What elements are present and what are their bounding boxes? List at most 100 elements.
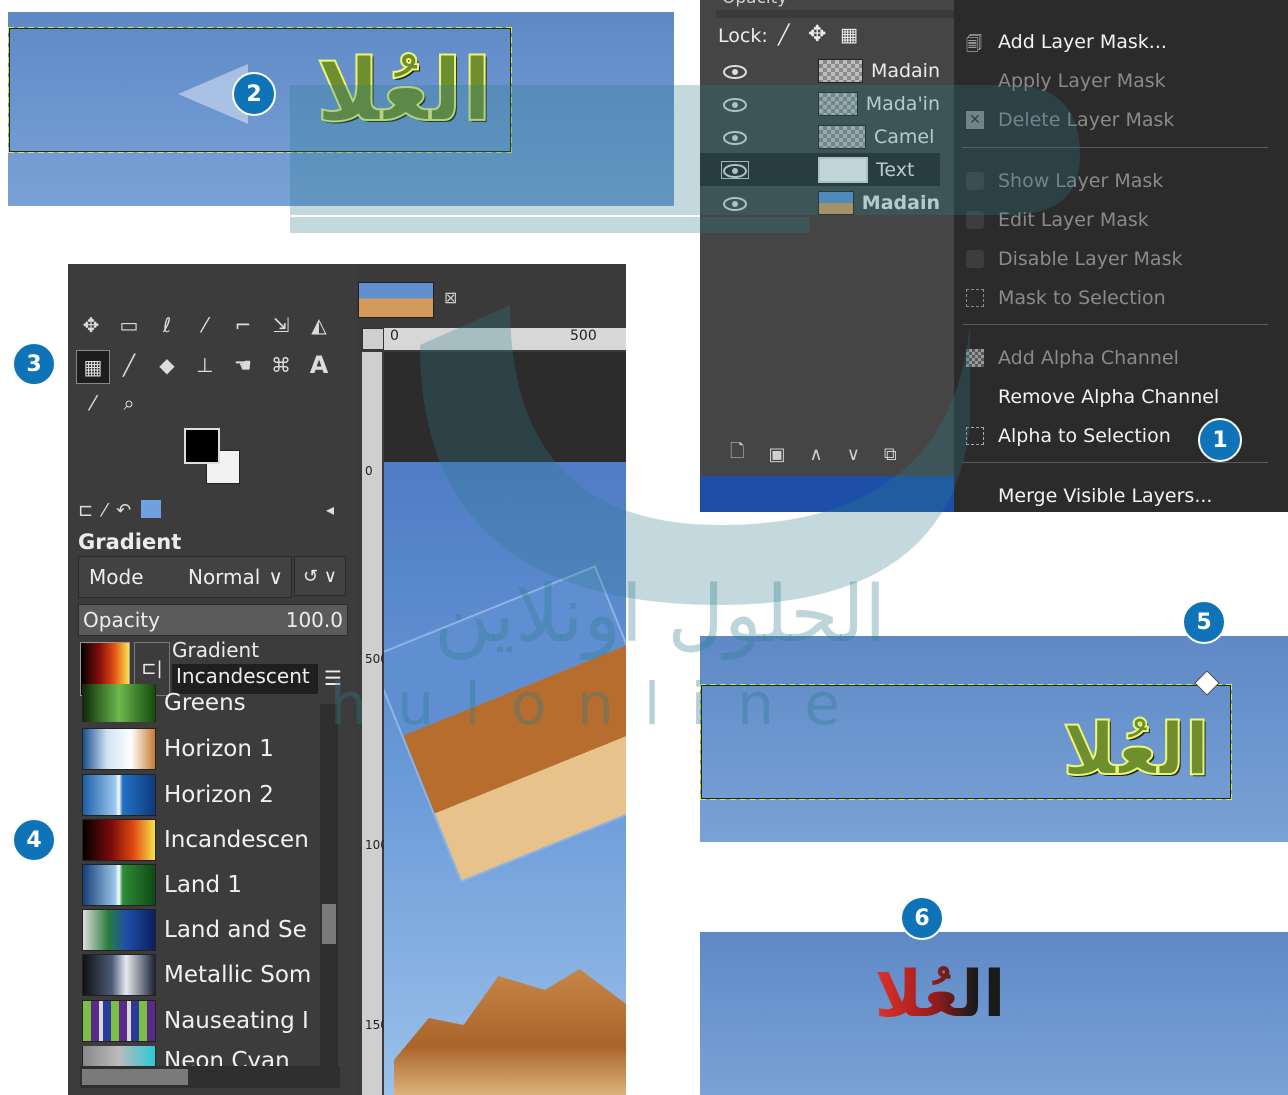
checkbox-icon xyxy=(966,211,984,229)
dock-menu-icon[interactable]: ◂ xyxy=(326,500,334,519)
checker-icon xyxy=(966,349,984,367)
smudge-icon[interactable]: ☚ xyxy=(230,352,256,378)
layer-row-selected[interactable]: Text xyxy=(700,153,940,186)
menu-separator xyxy=(962,324,1268,325)
foreground-color-swatch[interactable] xyxy=(184,428,220,464)
layer-name: Mada'in xyxy=(865,92,940,115)
list-item[interactable]: Incandescen xyxy=(82,819,322,861)
transform-icon[interactable]: ⇲ xyxy=(268,312,294,338)
gradient-swatch xyxy=(82,909,156,951)
visibility-eye-icon[interactable] xyxy=(722,129,748,145)
warp-icon[interactable]: ◭ xyxy=(306,312,332,338)
close-tab-icon[interactable]: ⊠ xyxy=(444,288,457,307)
lasso-icon[interactable]: ℓ xyxy=(154,312,180,338)
menu-mask-to-selection[interactable]: Mask to Selection xyxy=(954,280,1288,316)
mode-selector[interactable]: Mode Normal ∨ xyxy=(78,556,292,598)
list-item[interactable]: Horizon 1 xyxy=(82,728,322,770)
checkbox-icon xyxy=(966,250,984,268)
arabic-word-gradient: العُلا xyxy=(870,950,1010,1040)
horizontal-scrollbar[interactable] xyxy=(80,1066,340,1088)
list-item[interactable]: Horizon 2 xyxy=(82,774,322,816)
selection-with-handle-panel: العُلا xyxy=(700,636,1288,842)
menu-separator xyxy=(962,462,1268,463)
gradient-swatch xyxy=(82,728,156,770)
checker-icon xyxy=(818,91,858,116)
layer-row[interactable]: Madain xyxy=(700,186,940,219)
menu-disable-layer-mask[interactable]: Disable Layer Mask xyxy=(954,241,1288,277)
reset-mode-button[interactable]: ↺ ∨ xyxy=(294,556,346,596)
menu-add-layer-mask[interactable]: 🗐 Add Layer Mask... xyxy=(954,24,1288,60)
opacity-slider[interactable]: Opacity 100.0 xyxy=(78,604,348,636)
layer-row[interactable]: Madain xyxy=(700,54,940,87)
checker-icon xyxy=(818,58,863,83)
menu-show-layer-mask[interactable]: Show Layer Mask xyxy=(954,163,1288,199)
delete-icon: ✕ xyxy=(966,111,984,129)
lock-label: Lock: xyxy=(718,25,768,47)
lock-position-icon[interactable]: ✥ xyxy=(808,22,826,47)
gradient-swatch xyxy=(82,819,156,861)
selection-icon xyxy=(966,289,984,307)
layer-name: Madain xyxy=(870,59,940,82)
lower-layer-icon[interactable]: ∨ xyxy=(847,444,860,465)
color-picker-icon[interactable]: ⁄ xyxy=(80,390,106,416)
raise-layer-icon[interactable]: ∧ xyxy=(810,444,823,465)
list-item[interactable]: Nauseating I xyxy=(82,1000,322,1042)
callout-3: 3 xyxy=(12,342,56,386)
new-group-icon[interactable]: ▣ xyxy=(768,444,785,465)
visibility-eye-icon[interactable] xyxy=(722,63,748,79)
zoom-icon[interactable]: ⌕ xyxy=(116,390,142,416)
rect-select-icon[interactable]: ▭ xyxy=(116,312,142,338)
eraser-icon[interactable]: ◆ xyxy=(154,352,180,378)
undo-history-tab-icon[interactable]: ↶ xyxy=(116,500,131,521)
crop-icon[interactable]: ⌐ xyxy=(230,312,256,338)
photo-icon xyxy=(818,190,854,215)
new-layer-icon[interactable]: 🗋 xyxy=(730,439,744,469)
list-scrollbar[interactable] xyxy=(320,704,338,1068)
callout-6: 6 xyxy=(900,896,944,940)
image-tab[interactable] xyxy=(358,282,434,318)
opacity-slider[interactable] xyxy=(716,10,956,18)
lock-alpha-icon[interactable]: ▦ xyxy=(840,24,858,46)
gimp-toolbox: ✥ ▭ ℓ ⁄ ⌐ ⇲ ◭ ▦ ╱ ◆ ⊥ ☚ ⌘ A ⁄ ⌕ ⊏ ⁄ ↶ ◂ … xyxy=(68,264,356,1095)
path-icon[interactable]: ⌘ xyxy=(268,352,294,378)
gradient-swatch xyxy=(82,864,156,906)
gradient-swatch xyxy=(82,684,156,722)
watermark-arabic-text: الحلول اونلاين xyxy=(433,570,887,660)
gradient-swatch xyxy=(82,774,156,816)
tool-options-tab-icon[interactable]: ⊏ xyxy=(78,500,93,521)
gradient-tool-icon[interactable]: ▦ xyxy=(76,350,110,384)
device-status-tab-icon[interactable]: ⁄ xyxy=(103,500,106,521)
ruler-corner[interactable] xyxy=(362,328,384,350)
list-item[interactable]: Greens xyxy=(82,684,322,722)
tool-options-title: Gradient xyxy=(78,530,182,554)
paintbrush-icon[interactable]: ╱ xyxy=(116,352,142,378)
menu-edit-layer-mask[interactable]: Edit Layer Mask xyxy=(954,202,1288,238)
clone-icon[interactable]: ⊥ xyxy=(192,352,218,378)
arabic-word-outlined: العُلا xyxy=(1061,706,1210,792)
images-tab-icon[interactable] xyxy=(141,500,162,518)
layer-row[interactable]: Camel xyxy=(700,120,940,153)
menu-remove-alpha-channel[interactable]: Remove Alpha Channel xyxy=(954,379,1288,415)
move-tool-icon[interactable]: ✥ xyxy=(78,312,104,338)
duplicate-layer-icon[interactable]: ⧉ xyxy=(884,444,897,465)
menu-add-alpha-channel[interactable]: Add Alpha Channel xyxy=(954,340,1288,376)
menu-merge-visible-layers[interactable]: Merge Visible Layers... xyxy=(954,478,1288,512)
menu-apply-layer-mask[interactable]: Apply Layer Mask xyxy=(954,63,1288,99)
fuzzy-select-icon[interactable]: ⁄ xyxy=(192,312,218,338)
selection-preview-panel: العُلا xyxy=(8,12,674,206)
list-item[interactable]: Metallic Som xyxy=(82,954,322,996)
visibility-eye-icon[interactable] xyxy=(721,160,749,179)
lock-paint-icon[interactable]: ╱ xyxy=(778,24,789,46)
layers-bottom-toolbar: 🗋 ▣ ∧ ∨ ⧉ xyxy=(700,432,984,476)
gradient-result-panel: العُلا xyxy=(700,932,1288,1095)
menu-separator xyxy=(962,147,1268,148)
arabic-word-outlined: العُلا xyxy=(315,40,493,142)
menu-delete-layer-mask[interactable]: ✕ Delete Layer Mask xyxy=(954,102,1288,138)
layer-row[interactable]: Mada'in xyxy=(700,87,940,120)
text-tool-icon[interactable]: A xyxy=(306,352,332,378)
list-item[interactable]: Land and Se xyxy=(82,909,322,951)
visibility-eye-icon[interactable] xyxy=(722,195,748,211)
opacity-label: Opacity xyxy=(722,0,787,8)
list-item[interactable]: Land 1 xyxy=(82,864,322,906)
visibility-eye-icon[interactable] xyxy=(722,96,748,112)
